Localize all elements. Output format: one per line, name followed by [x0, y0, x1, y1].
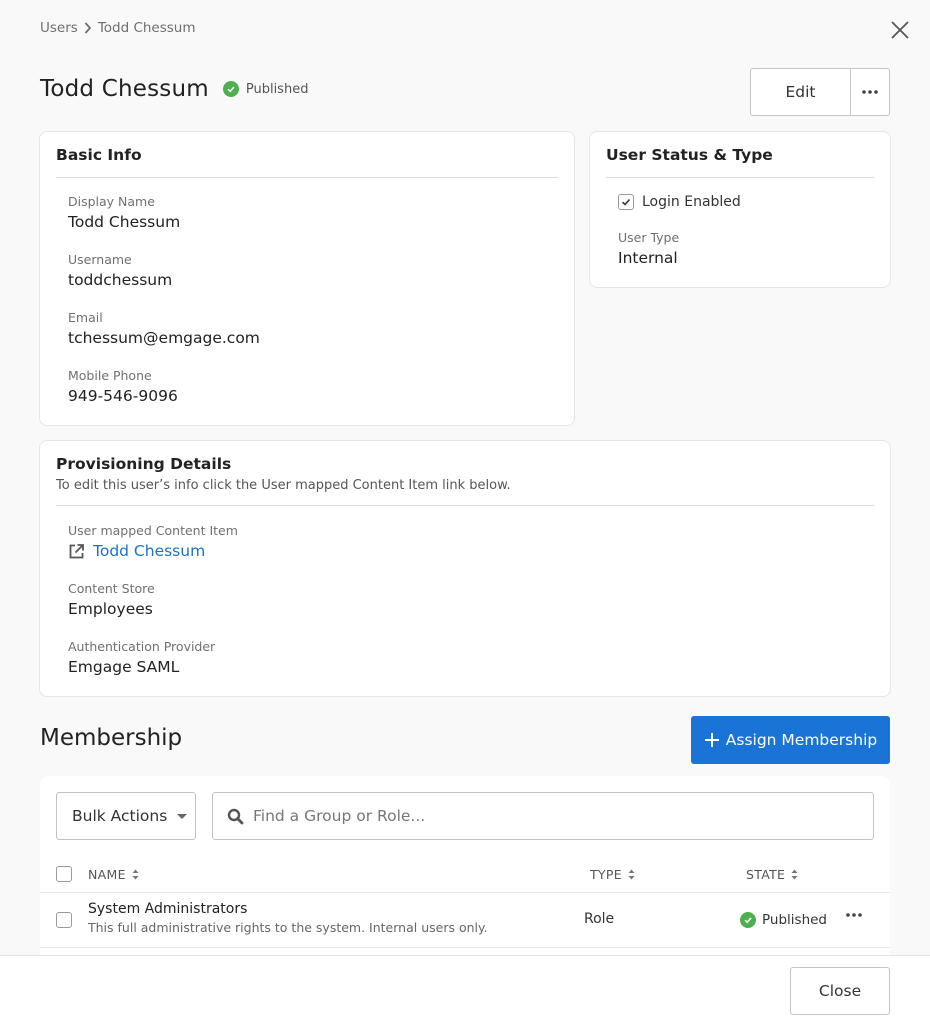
row-name: System Administrators	[88, 901, 248, 917]
breadcrumb: Users Todd Chessum	[40, 20, 196, 36]
field-label: Email	[68, 310, 103, 325]
mapped-content-item-field: User mapped Content Item Todd Chessum	[68, 523, 238, 581]
caret-down-icon	[177, 813, 188, 819]
divider	[606, 177, 874, 178]
close-icon[interactable]	[890, 20, 910, 40]
field-label: Display Name	[68, 194, 155, 209]
breadcrumb-users-link[interactable]: Users	[40, 20, 78, 36]
row-more-actions-button[interactable]	[846, 913, 862, 917]
card-title: User Status & Type	[606, 146, 773, 164]
status-badge: Published	[222, 81, 309, 97]
field-label: User mapped Content Item	[68, 523, 238, 538]
user-detail-page: Users Todd Chessum Todd Chessum Publishe…	[0, 0, 930, 1024]
table-row[interactable]: System Administrators This full administ…	[40, 893, 890, 948]
status-label: Published	[245, 81, 309, 97]
card-title: Provisioning Details	[56, 455, 232, 473]
auth-provider-field: Authentication Provider Emgage SAML	[68, 639, 238, 697]
header-actions: Edit	[750, 68, 890, 116]
provisioning-details-card: Provisioning Details To edit this user’s…	[39, 440, 891, 697]
membership-title: Membership	[40, 725, 183, 751]
search-input[interactable]	[253, 807, 853, 825]
card-title: Basic Info	[56, 146, 142, 164]
mapped-content-item-link[interactable]: Todd Chessum	[93, 542, 205, 560]
field-label: Content Store	[68, 581, 155, 596]
email-field: Email tchessum@emgage.com	[68, 310, 260, 368]
display-name-field: Display Name Todd Chessum	[68, 194, 260, 252]
field-label: Mobile Phone	[68, 368, 152, 383]
check-circle-icon	[222, 81, 239, 97]
login-enabled-checkbox-row[interactable]: Login Enabled	[618, 194, 741, 210]
column-label: NAME	[88, 866, 126, 882]
more-actions-button[interactable]	[851, 69, 889, 115]
row-name-cell: System Administrators This full administ…	[88, 901, 488, 935]
row-type: Role	[584, 911, 615, 927]
row-checkbox[interactable]	[56, 912, 72, 928]
field-value: Internal	[618, 249, 678, 267]
field-value: Emgage SAML	[68, 658, 180, 676]
checkmark-icon	[621, 198, 631, 206]
user-type-field: User Type Internal	[618, 230, 679, 267]
divider	[56, 505, 874, 506]
column-header-name[interactable]: NAME	[88, 867, 139, 882]
card-subtitle: To edit this user’s info click the User …	[56, 478, 511, 493]
login-enabled-checkbox[interactable]	[618, 194, 634, 210]
row-state-label: Published	[762, 912, 827, 928]
plus-icon	[704, 732, 720, 748]
assign-membership-button[interactable]: Assign Membership	[691, 716, 890, 764]
footer: Close	[0, 955, 930, 1024]
column-header-type[interactable]: TYPE	[590, 867, 635, 882]
assign-membership-label: Assign Membership	[725, 731, 878, 749]
row-description: This full administrative rights to the s…	[88, 920, 488, 935]
close-button[interactable]: Close	[790, 967, 890, 1015]
bulk-actions-label: Bulk Actions	[72, 807, 168, 825]
field-value: 949-546-9096	[68, 387, 178, 405]
external-link-icon[interactable]	[68, 543, 85, 560]
page-title: Todd Chessum	[40, 76, 209, 102]
more-horizontal-icon	[862, 90, 878, 94]
field-value: Employees	[68, 600, 153, 618]
column-label: STATE	[746, 866, 786, 882]
sort-icon	[791, 869, 798, 880]
chevron-right-icon	[84, 22, 92, 34]
user-status-type-card: User Status & Type Login Enabled User Ty…	[589, 131, 891, 288]
content-store-field: Content Store Employees	[68, 581, 238, 639]
field-value: Todd Chessum	[68, 213, 181, 231]
mobile-phone-field: Mobile Phone 949-546-9096	[68, 368, 260, 426]
select-all-checkbox[interactable]	[56, 866, 72, 882]
search-box	[212, 792, 874, 840]
page-header: Todd Chessum Published	[40, 76, 308, 102]
sort-icon	[628, 869, 635, 880]
login-enabled-label: Login Enabled	[642, 194, 741, 210]
table-header: NAME TYPE STATE	[40, 856, 890, 893]
bulk-actions-dropdown[interactable]: Bulk Actions	[56, 792, 196, 840]
field-label: Username	[68, 252, 132, 267]
row-state: Published	[740, 912, 827, 928]
column-header-state[interactable]: STATE	[746, 867, 798, 882]
breadcrumb-current: Todd Chessum	[97, 20, 196, 36]
username-field: Username toddchessum	[68, 252, 260, 310]
more-horizontal-icon	[846, 913, 862, 917]
column-label: TYPE	[590, 866, 622, 882]
basic-info-card: Basic Info Display Name Todd Chessum Use…	[39, 131, 575, 426]
sort-icon	[132, 869, 139, 880]
membership-table: Bulk Actions NAME TYPE STATE	[40, 776, 890, 956]
divider	[56, 177, 558, 178]
field-value: toddchessum	[68, 271, 173, 289]
field-value: tchessum@emgage.com	[68, 329, 260, 347]
check-circle-icon	[740, 912, 756, 928]
field-label: Authentication Provider	[68, 639, 216, 654]
edit-button[interactable]: Edit	[751, 69, 851, 115]
search-icon	[227, 808, 244, 825]
field-label: User Type	[618, 230, 680, 245]
